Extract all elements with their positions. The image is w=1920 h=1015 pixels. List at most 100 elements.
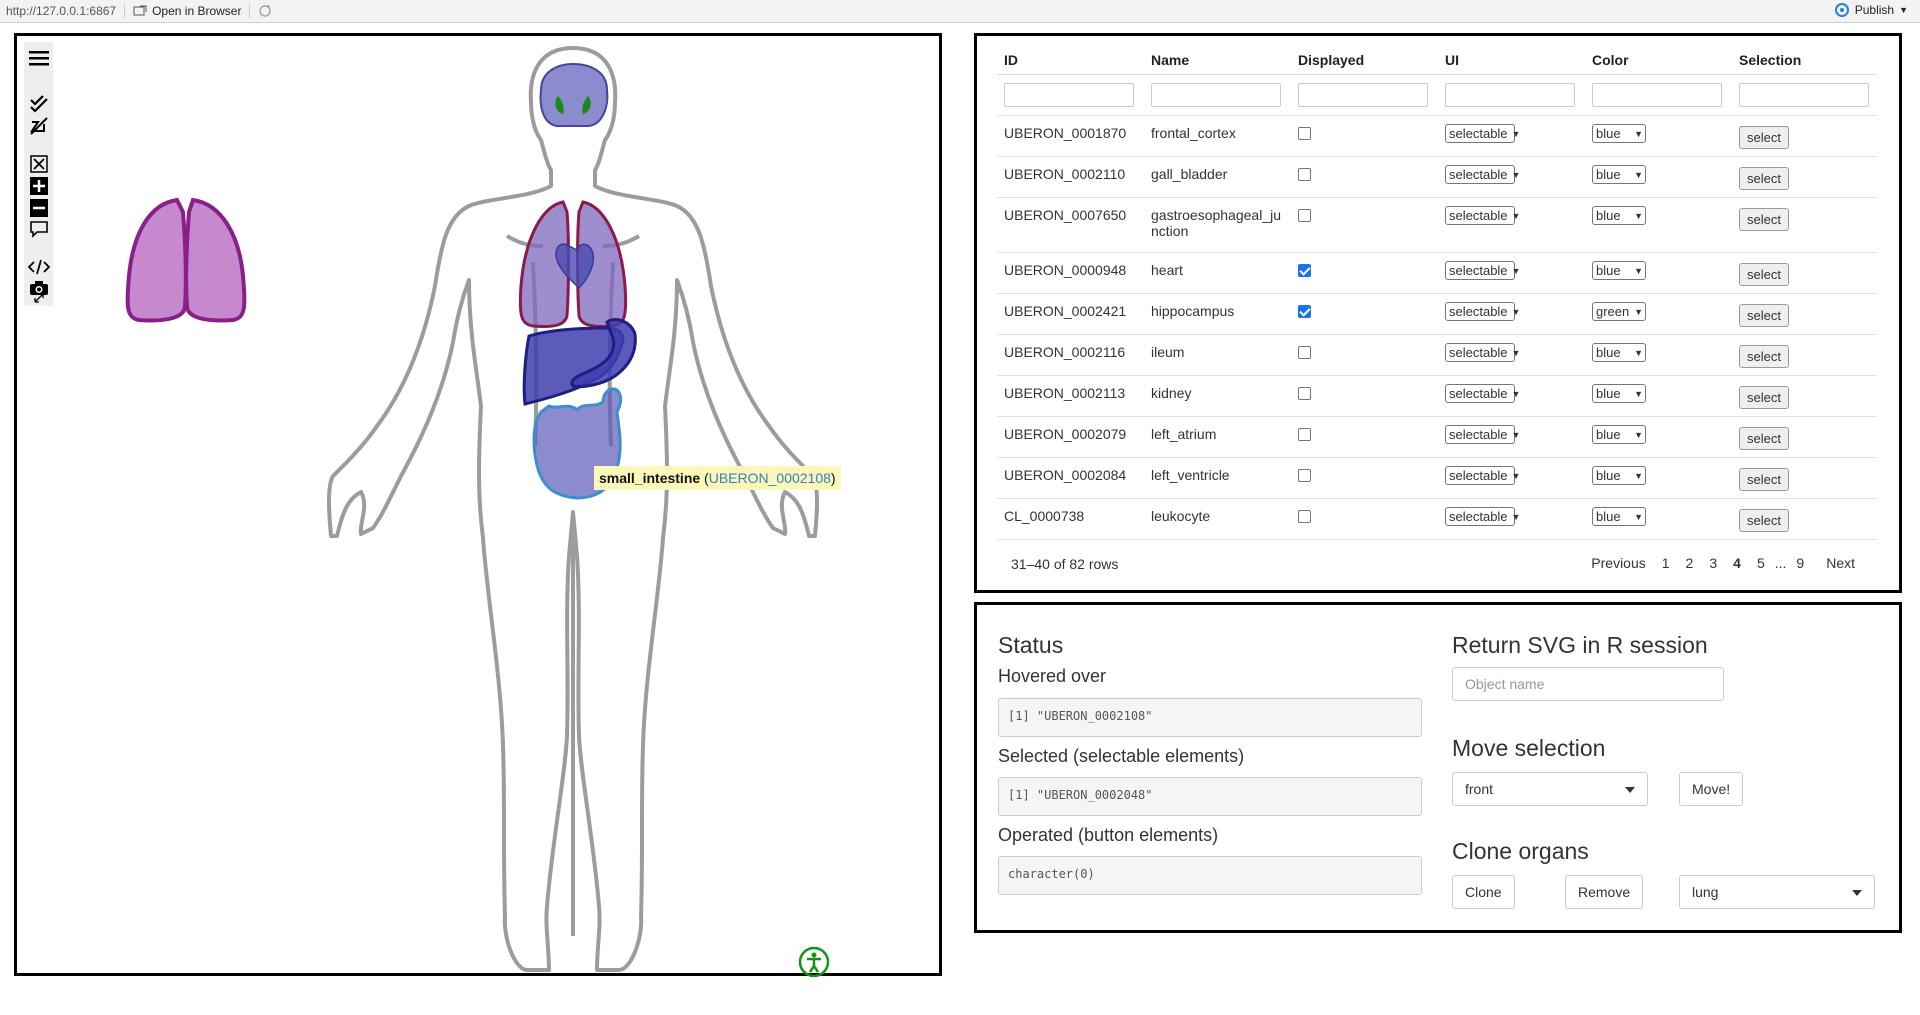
ui-select[interactable]: selectable ▼ — [1445, 384, 1520, 403]
row-name: ileum — [1151, 335, 1291, 360]
accessibility-icon[interactable] — [797, 945, 831, 979]
color-select[interactable]: blue ▼ — [1592, 206, 1646, 225]
brain-organ[interactable] — [539, 62, 609, 127]
column-header-selection[interactable]: Selection — [1732, 46, 1877, 75]
move-selection-dropdown[interactable]: front — [1452, 772, 1648, 806]
displayed-checkbox[interactable] — [1298, 209, 1311, 222]
table-row: UBERON_0002084 left_ventricle selectable ▼ b… — [997, 457, 1877, 499]
select-button[interactable]: select — [1739, 509, 1789, 532]
pagination-page[interactable]: 2 — [1678, 555, 1702, 571]
color-select[interactable]: blue ▼ — [1592, 507, 1646, 526]
select-button[interactable]: select — [1739, 263, 1789, 286]
select-button[interactable]: select — [1739, 468, 1789, 491]
row-id: UBERON_0002084 — [1004, 467, 1127, 483]
select-button[interactable]: select — [1739, 345, 1789, 368]
displayed-checkbox[interactable] — [1298, 305, 1311, 318]
open-in-browser-label: Open in Browser — [152, 4, 242, 18]
chevron-down-icon: ▼ — [1511, 265, 1521, 276]
color-select-value: blue — [1596, 468, 1621, 483]
displayed-checkbox[interactable] — [1298, 168, 1311, 181]
column-header-name[interactable]: Name — [1144, 46, 1291, 75]
open-in-browser-button[interactable]: Open in Browser — [133, 4, 241, 18]
clone-organ-dropdown[interactable]: lung — [1679, 875, 1875, 909]
pagination-next[interactable]: Next — [1818, 555, 1863, 571]
select-button[interactable]: select — [1739, 427, 1789, 450]
clone-button[interactable]: Clone — [1452, 875, 1515, 909]
move-selection-title: Move selection — [1452, 735, 1606, 761]
displayed-checkbox[interactable] — [1298, 428, 1311, 441]
select-button[interactable]: select — [1739, 167, 1789, 190]
hovered-label: Hovered over — [998, 666, 1107, 686]
ui-select-value: selectable — [1449, 468, 1508, 483]
move-button[interactable]: Move! — [1679, 772, 1744, 806]
ui-select[interactable]: selectable ▼ — [1445, 425, 1520, 444]
selected-output: [1] "UBERON_0002048" — [998, 777, 1422, 816]
viewer-toolbar: http://127.0.0.1:6867 Open in Browser Pu… — [0, 0, 1920, 23]
organ-table-panel: ID Name Displayed UI Color Selection UBE… — [974, 33, 1902, 593]
displayed-checkbox[interactable] — [1298, 469, 1311, 482]
row-name: leukocyte — [1151, 499, 1291, 524]
row-id: UBERON_0002110 — [1004, 166, 1126, 182]
color-select[interactable]: blue ▼ — [1592, 261, 1646, 280]
ui-select[interactable]: selectable ▼ — [1445, 165, 1520, 184]
displayed-checkbox[interactable] — [1298, 264, 1311, 277]
ui-select[interactable]: selectable ▼ — [1445, 466, 1520, 485]
table-row: UBERON_0002079 left_atrium selectable ▼ blue… — [997, 416, 1877, 458]
object-name-input[interactable]: Object name — [1452, 667, 1724, 701]
ui-select[interactable]: selectable ▼ — [1445, 206, 1520, 225]
pagination-ellipsis: ... — [1774, 555, 1787, 571]
color-select[interactable]: blue ▼ — [1592, 384, 1646, 403]
color-select-value: blue — [1596, 345, 1621, 360]
ui-select[interactable]: selectable ▼ — [1445, 261, 1520, 280]
row-name: frontal_cortex — [1151, 116, 1291, 141]
chevron-down-icon: ▼ — [1634, 470, 1643, 481]
ui-select[interactable]: selectable ▼ — [1445, 302, 1520, 321]
ui-select[interactable]: selectable ▼ — [1445, 343, 1520, 362]
pagination-current-page[interactable]: 4 — [1725, 555, 1749, 571]
column-header-displayed[interactable]: Displayed — [1291, 46, 1438, 75]
pagination-page[interactable]: 1 — [1654, 555, 1678, 571]
filter-name-input[interactable] — [1151, 83, 1281, 107]
pagination-previous[interactable]: Previous — [1583, 555, 1653, 571]
select-button[interactable]: select — [1739, 304, 1789, 327]
filter-color-input[interactable] — [1592, 83, 1722, 107]
color-select[interactable]: green ▼ — [1592, 302, 1646, 321]
publish-button[interactable]: Publish ▼ — [1834, 3, 1908, 17]
displayed-checkbox[interactable] — [1298, 346, 1311, 359]
color-select[interactable]: blue ▼ — [1592, 466, 1646, 485]
pagination-page[interactable]: 9 — [1788, 555, 1812, 571]
refresh-icon[interactable] — [258, 4, 272, 18]
table-header-row: ID Name Displayed UI Color Selection — [997, 46, 1877, 75]
chevron-down-icon: ▼ — [1634, 429, 1643, 440]
color-select[interactable]: blue ▼ — [1592, 124, 1646, 143]
cloned-lung[interactable] — [125, 197, 247, 323]
pagination-page[interactable]: 3 — [1701, 555, 1725, 571]
column-header-color[interactable]: Color — [1585, 46, 1732, 75]
filter-ui-input[interactable] — [1445, 83, 1575, 107]
displayed-checkbox[interactable] — [1298, 510, 1311, 523]
row-name: heart — [1151, 253, 1291, 278]
select-button[interactable]: select — [1739, 126, 1789, 149]
filter-displayed-input[interactable] — [1298, 83, 1428, 107]
row-name-text: gall_bladder — [1151, 166, 1228, 182]
color-select[interactable]: blue ▼ — [1592, 165, 1646, 184]
color-select[interactable]: blue ▼ — [1592, 425, 1646, 444]
color-select[interactable]: blue ▼ — [1592, 343, 1646, 362]
filter-id-input[interactable] — [1004, 83, 1134, 107]
color-select-value: green — [1596, 304, 1630, 319]
pagination-page[interactable]: 5 — [1749, 555, 1773, 571]
displayed-checkbox[interactable] — [1298, 127, 1311, 140]
column-header-id[interactable]: ID — [997, 46, 1144, 75]
organ-table: ID Name Displayed UI Color Selection UBE… — [997, 46, 1877, 540]
displayed-checkbox[interactable] — [1298, 387, 1311, 400]
ui-select[interactable]: selectable ▼ — [1445, 507, 1520, 526]
filter-row — [997, 74, 1877, 116]
remove-button[interactable]: Remove — [1565, 875, 1644, 909]
chevron-down-icon: ▼ — [1511, 470, 1521, 481]
column-header-ui[interactable]: UI — [1438, 46, 1585, 75]
ui-select[interactable]: selectable ▼ — [1445, 124, 1520, 143]
select-button[interactable]: select — [1739, 386, 1789, 409]
select-button[interactable]: select — [1739, 208, 1789, 231]
filter-selection-input[interactable] — [1739, 83, 1869, 107]
row-name-text-cont: nction — [1151, 223, 1189, 239]
